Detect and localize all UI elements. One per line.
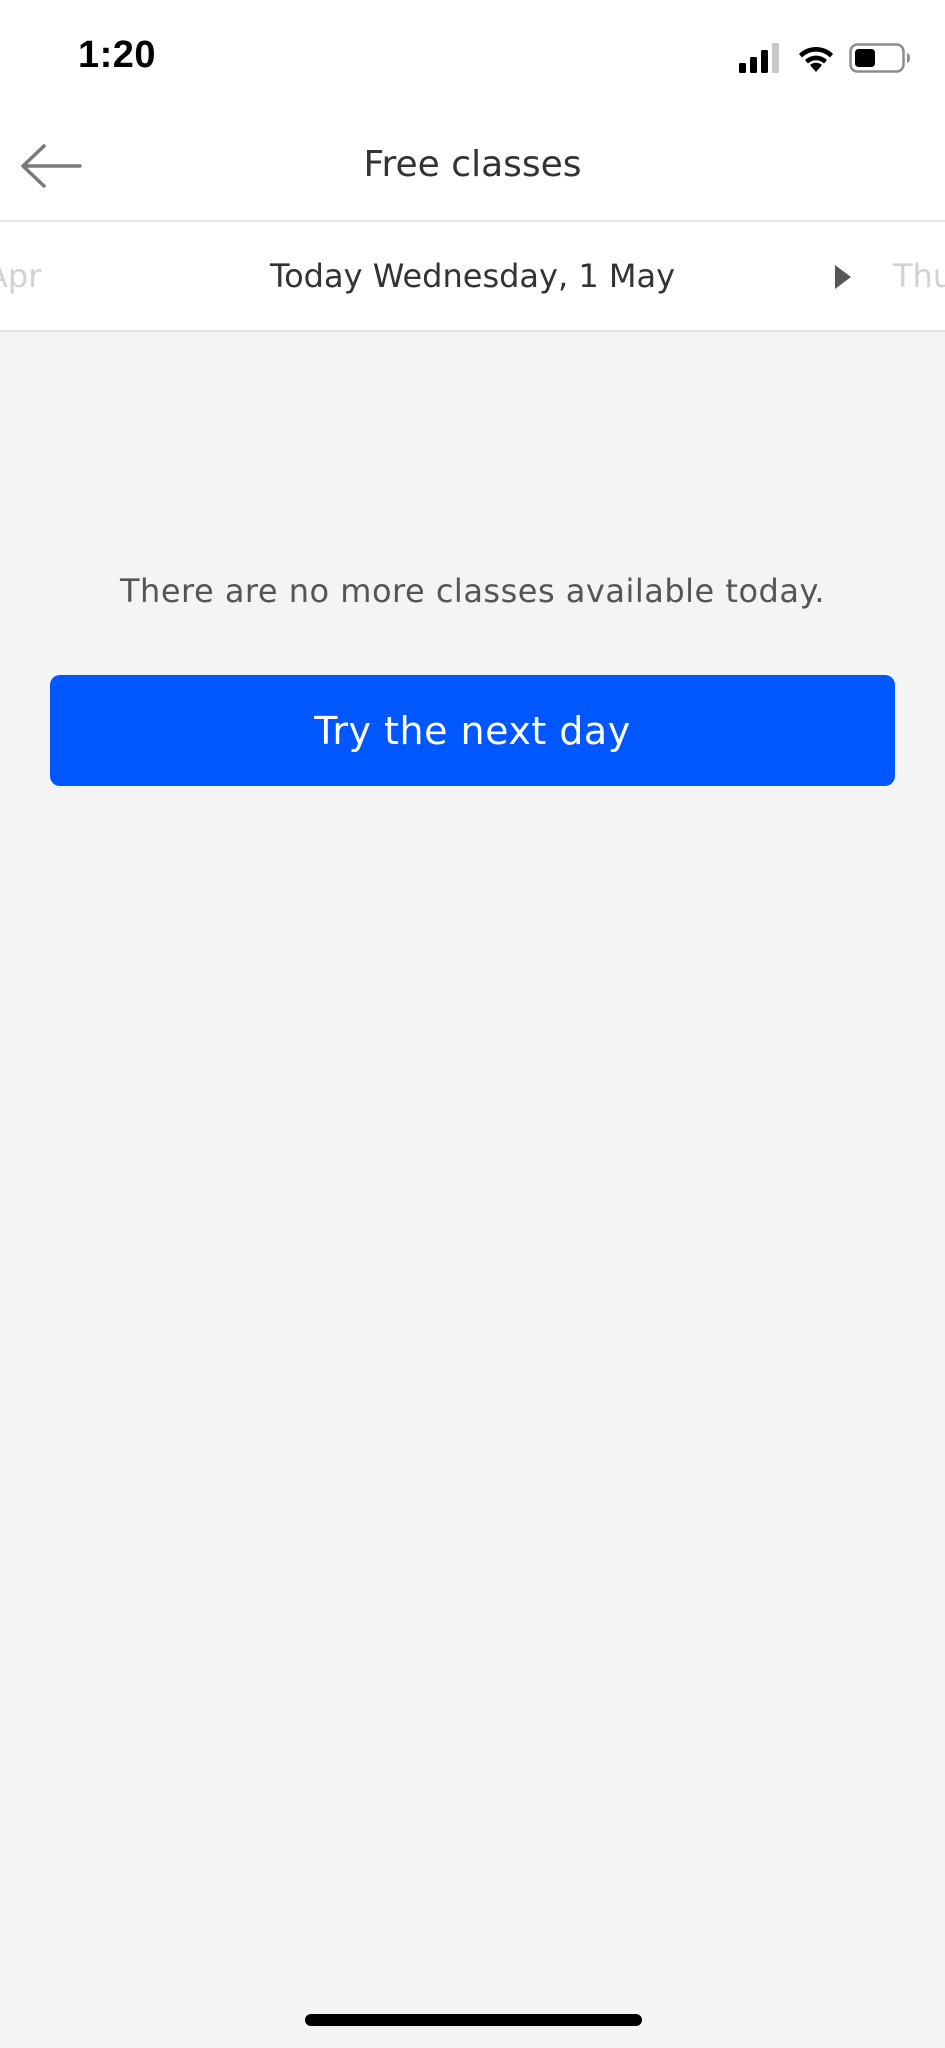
home-indicator[interactable]	[305, 2014, 642, 2026]
date-navigator: Apr Today Wednesday, 1 May Thu	[0, 222, 945, 332]
navigation-bar: Free classes	[0, 110, 945, 222]
wifi-icon	[799, 46, 833, 72]
empty-state-message: There are no more classes available toda…	[119, 572, 825, 610]
status-bar: 1:20	[0, 0, 945, 110]
next-day-label[interactable]: Thu	[893, 257, 945, 295]
next-day-arrow-icon[interactable]	[832, 262, 854, 292]
page-title: Free classes	[363, 144, 582, 185]
try-next-day-button[interactable]: Try the next day	[50, 675, 895, 786]
current-date-label: Today Wednesday, 1 May	[269, 257, 675, 295]
cellular-signal-icon	[739, 43, 779, 73]
battery-icon	[849, 43, 910, 73]
status-icons	[739, 40, 911, 76]
status-time: 1:20	[78, 34, 157, 76]
